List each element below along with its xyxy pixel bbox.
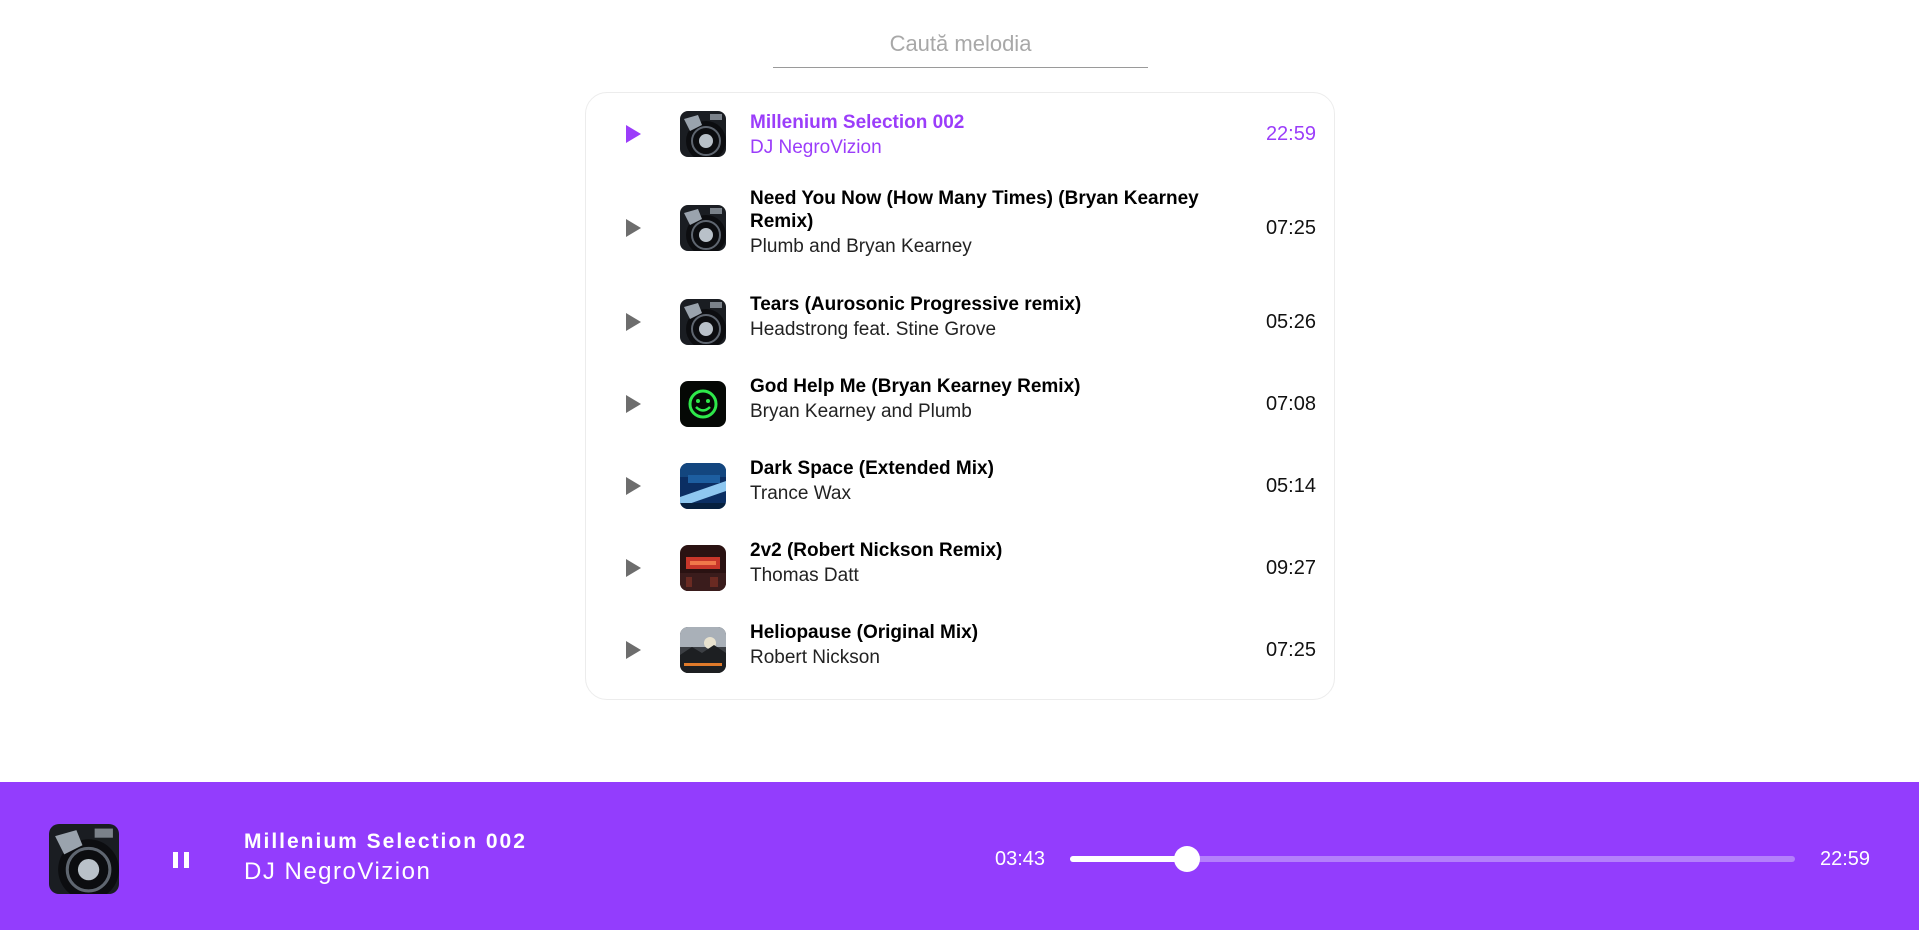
now-playing-title: Millenium Selection 002 [244, 830, 527, 853]
track-duration: 22:59 [1265, 123, 1316, 145]
track-title: Need You Now (How Many Times) (Bryan Kea… [750, 188, 1199, 232]
track-artist: Plumb and Bryan Kearney [750, 236, 972, 257]
turntable-cover-icon [49, 824, 119, 894]
track-title: Dark Space (Extended Mix) [750, 458, 994, 479]
turntable-cover-icon [680, 111, 726, 157]
progress-fill [1070, 856, 1188, 862]
turntable-cover-icon [680, 299, 726, 345]
track-row[interactable]: Tears (Aurosonic Progressive remix) Head… [586, 281, 1334, 363]
track-title: 2v2 (Robert Nickson Remix) [750, 540, 1003, 561]
play-icon[interactable] [626, 559, 641, 577]
track-artist: Headstrong feat. Stine Grove [750, 319, 997, 340]
play-icon[interactable] [626, 313, 641, 331]
track-row[interactable]: Millenium Selection 002 DJ NegroVizion 2… [586, 93, 1334, 175]
track-duration: 05:26 [1265, 311, 1316, 333]
track-row[interactable]: 2v2 (Robert Nickson Remix) Thomas Datt 0… [586, 527, 1334, 609]
track-title: Tears (Aurosonic Progressive remix) [750, 294, 1082, 315]
current-time: 03:43 [995, 848, 1046, 870]
play-icon[interactable] [626, 125, 641, 143]
progress-knob[interactable] [1174, 846, 1201, 872]
track-duration: 05:14 [1265, 475, 1316, 497]
search-input[interactable] [773, 25, 1148, 63]
track-artist: Trance Wax [750, 483, 852, 504]
track-artist: Thomas Datt [750, 565, 859, 586]
turntable-cover-icon [680, 205, 726, 251]
track-duration: 07:25 [1265, 217, 1316, 239]
track-row[interactable]: God Help Me (Bryan Kearney Remix) Bryan … [586, 363, 1334, 445]
track-artist: Bryan Kearney and Plumb [750, 401, 972, 422]
now-playing-artist: DJ NegroVizion [244, 858, 432, 885]
play-icon[interactable] [626, 641, 641, 659]
track-row[interactable]: Dark Space (Extended Mix) Trance Wax 05:… [586, 445, 1334, 527]
green-smiley-cover-icon [680, 381, 726, 427]
play-icon[interactable] [626, 477, 641, 495]
sky-landscape-cover-icon [680, 627, 726, 673]
track-duration: 07:25 [1265, 639, 1316, 661]
track-artist: DJ NegroVizion [750, 137, 882, 158]
track-title: Heliopause (Original Mix) [750, 622, 979, 643]
track-artist: Robert Nickson [750, 647, 880, 668]
track-title: God Help Me (Bryan Kearney Remix) [750, 376, 1081, 397]
track-row[interactable]: Heliopause (Original Mix) Robert Nickson… [586, 609, 1334, 691]
track-duration: 07:08 [1265, 393, 1316, 415]
red-city-cover-icon [680, 545, 726, 591]
search-field [773, 25, 1148, 68]
track-title: Millenium Selection 002 [750, 112, 965, 133]
pause-icon[interactable] [170, 848, 194, 872]
total-time: 22:59 [1820, 848, 1871, 870]
track-row[interactable]: Need You Now (How Many Times) (Bryan Kea… [586, 175, 1334, 281]
play-icon[interactable] [626, 219, 641, 237]
now-playing-bar: Millenium Selection 002 DJ NegroVizion 0… [0, 782, 1919, 930]
track-duration: 09:27 [1265, 557, 1316, 579]
play-icon[interactable] [626, 395, 641, 413]
blue-tunnel-cover-icon [680, 463, 726, 509]
progress-slider[interactable] [1070, 846, 1795, 872]
track-list: Millenium Selection 002 DJ NegroVizion 2… [585, 92, 1335, 700]
